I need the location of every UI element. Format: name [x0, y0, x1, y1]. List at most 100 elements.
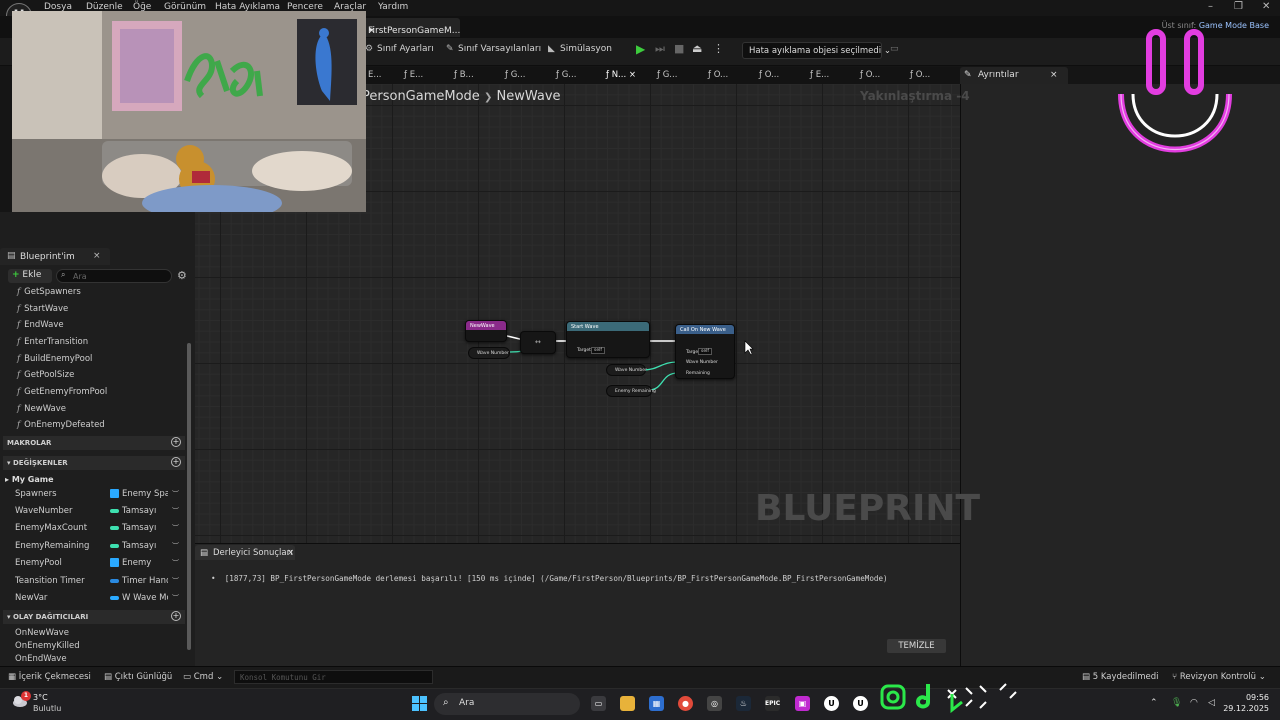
- chevron-down-icon[interactable]: ︶: [172, 489, 179, 499]
- smiley-overlay-icon: [1118, 29, 1232, 153]
- variable-type-label: Tamsayı: [122, 541, 157, 551]
- variable-category[interactable]: ▸ My Game: [5, 475, 54, 484]
- media-app-icon[interactable]: ▣: [795, 696, 810, 711]
- clock-time[interactable]: 09:56: [1229, 693, 1269, 702]
- array-type-icon: [110, 558, 119, 567]
- cmd-dropdown[interactable]: ▭ Cmd ⌄: [183, 672, 223, 682]
- chrome-icon[interactable]: ●: [678, 696, 693, 711]
- variable-type-label: Tamsayı: [122, 506, 157, 516]
- chevron-down-icon[interactable]: ︶: [172, 506, 179, 516]
- start-wave-node[interactable]: Start Wave Target self: [566, 321, 650, 358]
- tray-expand-icon[interactable]: ⌃: [1150, 698, 1158, 708]
- function-item[interactable]: f EnterTransition: [17, 337, 88, 347]
- wave-number-getter[interactable]: Wave Number: [606, 364, 647, 376]
- function-item[interactable]: f GetSpawners: [17, 287, 81, 297]
- file-explorer-icon[interactable]: [620, 696, 635, 711]
- variables-section-header[interactable]: ▾ DEĞİŞKENLER +: [3, 456, 185, 470]
- settings-gear-icon[interactable]: ⚙: [177, 269, 187, 282]
- clear-button[interactable]: TEMİZLE: [887, 639, 946, 653]
- chevron-down-icon[interactable]: ︶: [172, 541, 179, 551]
- variable-type[interactable]: Enemy Spaw: [110, 489, 168, 499]
- sequence-node[interactable]: ↔: [520, 331, 556, 354]
- function-item[interactable]: f OnEnemyDefeated: [17, 420, 105, 430]
- console-command-input[interactable]: Konsol Komutunu Gir: [234, 670, 433, 684]
- variable-type[interactable]: Timer Hand: [110, 576, 168, 586]
- call-self-input[interactable]: self: [698, 348, 712, 355]
- content-drawer-icon: ▦: [8, 672, 19, 682]
- weather-temperature[interactable]: 3°C: [33, 693, 48, 702]
- compiler-icon: ▤: [200, 548, 209, 558]
- revision-control-button[interactable]: ⑂ Revizyon Kontrolü ⌄: [1172, 672, 1266, 682]
- taskbar-search[interactable]: Ara: [434, 693, 580, 715]
- unsaved-button[interactable]: ▤ 5 Kaydedilmedi: [1082, 672, 1159, 682]
- variable-type[interactable]: Tamsayı: [110, 541, 168, 551]
- chevron-down-icon[interactable]: ︶: [172, 576, 179, 586]
- function-item[interactable]: f GetPoolSize: [17, 370, 74, 380]
- clock-date[interactable]: 29.12.2025: [1199, 704, 1269, 713]
- macros-section-header[interactable]: MAKROLAR +: [3, 436, 185, 450]
- variable-type[interactable]: Tamsayı: [110, 523, 168, 533]
- windows-start-icon[interactable]: [412, 696, 427, 711]
- microphone-icon[interactable]: 🎙: [1171, 698, 1182, 708]
- add-macro-icon[interactable]: +: [171, 437, 181, 447]
- call-on-new-wave-node[interactable]: Call On New Wave Target self Wave Number…: [675, 324, 735, 379]
- call-node-title: Call On New Wave: [676, 325, 734, 334]
- my-blueprint-tab-close-icon[interactable]: ×: [93, 251, 101, 261]
- variable-type[interactable]: Tamsayı: [110, 506, 168, 516]
- function-item[interactable]: f GetEnemyFromPool: [17, 387, 107, 397]
- app-icon[interactable]: ◎: [707, 696, 722, 711]
- compiler-tab-close-icon[interactable]: ×: [287, 548, 294, 558]
- function-item-label: StartWave: [24, 304, 69, 314]
- weather-condition[interactable]: Bulutlu: [33, 704, 61, 713]
- add-dispatcher-icon[interactable]: +: [171, 611, 181, 621]
- function-item-label: GetEnemyFromPool: [24, 387, 108, 397]
- left-panel-scrollbar[interactable]: [187, 343, 191, 650]
- function-icon: f: [17, 287, 21, 297]
- unreal-engine-icon[interactable]: U: [853, 696, 868, 711]
- dispatcher-item[interactable]: OnNewWave: [15, 628, 69, 638]
- revision-label: Revizyon Kontrolü: [1179, 672, 1257, 682]
- function-item[interactable]: f StartWave: [17, 304, 68, 314]
- self-input[interactable]: self: [591, 347, 605, 354]
- chevron-down-icon[interactable]: ︶: [172, 593, 179, 603]
- add-button[interactable]: + Ekle: [8, 269, 52, 283]
- compiler-message: • [1877,73] BP_FirstPersonGameMode derle…: [211, 574, 888, 583]
- variable-type[interactable]: Enemy: [110, 558, 168, 568]
- var-getter-label: Enemy Remaining: [615, 389, 656, 394]
- chevron-down-icon[interactable]: ︶: [172, 558, 179, 568]
- collapse-arrow-icon: ▸: [5, 475, 12, 484]
- steam-icon[interactable]: ♨: [736, 696, 751, 711]
- my-blueprint-search-input[interactable]: Ara: [56, 269, 172, 283]
- unreal-engine-icon[interactable]: U: [824, 696, 839, 711]
- event-dispatchers-section-header[interactable]: ▾ OLAY DAĞITICILARI +: [3, 610, 185, 624]
- output-log-icon: ▤: [104, 672, 115, 682]
- epic-games-icon[interactable]: EPIC: [765, 696, 780, 711]
- add-variable-icon[interactable]: +: [171, 457, 181, 467]
- dispatcher-item[interactable]: OnEndWave: [15, 654, 67, 664]
- variable-type[interactable]: W Wave Mo: [110, 593, 168, 603]
- function-item[interactable]: f EndWave: [17, 320, 64, 330]
- function-item[interactable]: f BuildEnemyPool: [17, 354, 92, 364]
- function-item-label: EndWave: [24, 320, 64, 330]
- event-output-pin[interactable]: Wave Number: [468, 347, 510, 359]
- content-drawer-button[interactable]: ▦ İçerik Çekmecesi: [8, 672, 91, 682]
- chevron-down-icon[interactable]: ︶: [172, 523, 179, 533]
- macros-header-label: MAKROLAR: [7, 439, 52, 447]
- task-view-icon[interactable]: ▭: [591, 696, 606, 711]
- compiler-results-tab[interactable]: ▤ Derleyici Sonuçları ×: [195, 545, 295, 560]
- search-icon: ⌕: [443, 697, 449, 708]
- output-log-button[interactable]: ▤ Çıktı Günlüğü: [104, 672, 172, 682]
- enemy-remaining-getter[interactable]: Enemy Remaining: [606, 385, 656, 397]
- variables-header-label: DEĞİŞKENLER: [12, 459, 68, 467]
- chevron-down-icon: ⌄: [216, 672, 224, 682]
- wifi-icon[interactable]: ◠: [1190, 698, 1198, 708]
- function-item[interactable]: f NewWave: [17, 404, 66, 414]
- event-node-newwave[interactable]: NewWave: [465, 320, 507, 342]
- variable-name: Teansition Timer: [15, 576, 85, 586]
- variable-type-label: Enemy: [122, 558, 152, 568]
- dispatcher-item[interactable]: OnEnemyKilled: [15, 641, 80, 651]
- store-icon[interactable]: ▦: [649, 696, 664, 711]
- bullet: •: [211, 574, 225, 583]
- variable-type-label: Tamsayı: [122, 523, 157, 533]
- function-icon: f: [17, 370, 21, 380]
